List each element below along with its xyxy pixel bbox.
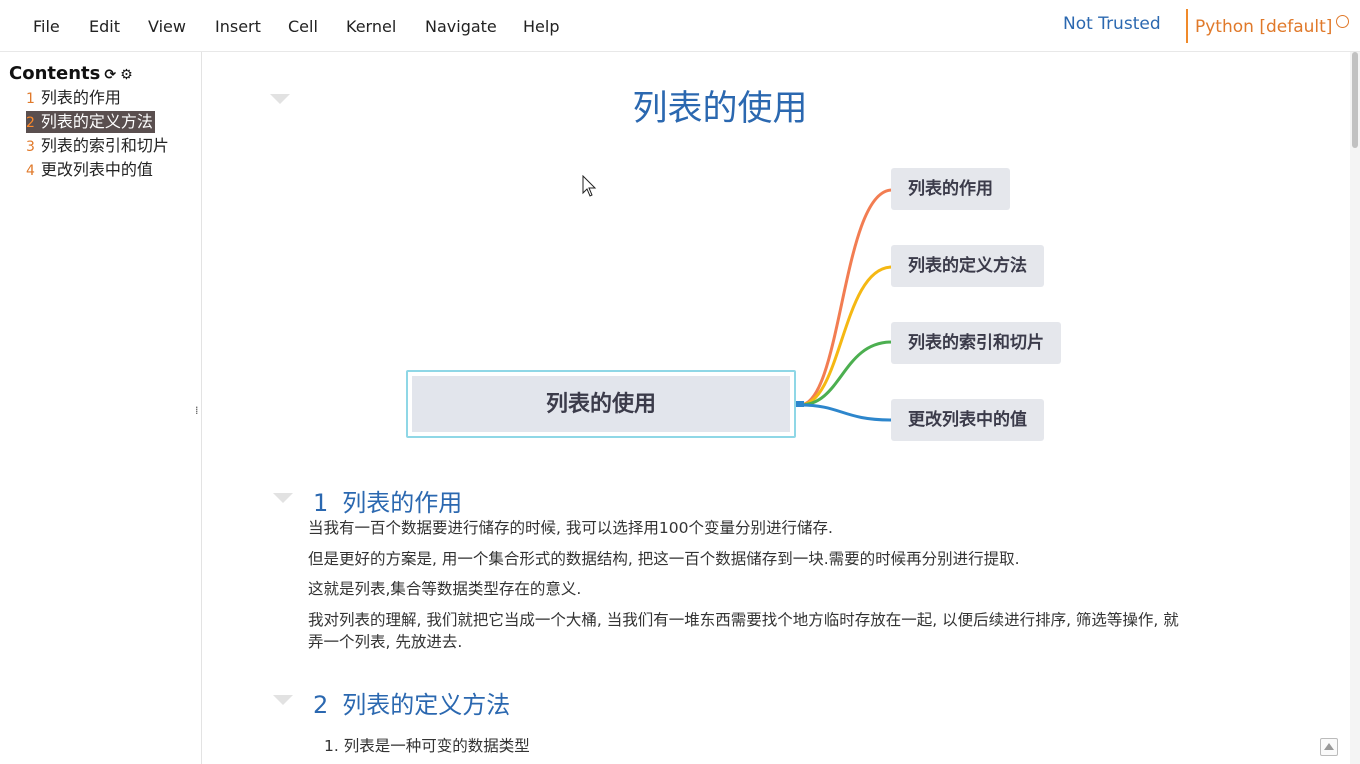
toc-item-3[interactable]: 3 列表的索引和切片 xyxy=(26,135,169,157)
toc-item-label: 列表的定义方法 xyxy=(40,112,153,131)
mindmap-center-label: 列表的使用 xyxy=(412,376,790,432)
paragraph: 我对列表的理解, 我们就把它当成一个大桶, 当我们有一堆东西需要找个地方临时存放… xyxy=(308,611,1179,651)
scrollbar-thumb[interactable] xyxy=(1352,52,1358,148)
section-heading-1: 1 列表的作用 xyxy=(313,483,462,518)
menu-help[interactable]: Help xyxy=(523,17,559,36)
toc-title: Contents xyxy=(9,63,101,84)
toc-header: Contents ⟳ ⚙ xyxy=(9,63,133,84)
menu-insert[interactable]: Insert xyxy=(215,17,261,36)
kernel-divider xyxy=(1186,9,1188,43)
mindmap-branch-4: 更改列表中的值 xyxy=(891,399,1044,441)
page-title: 列表的使用 xyxy=(632,89,808,129)
section-title: 列表的定义方法 xyxy=(342,691,511,719)
menu-edit[interactable]: Edit xyxy=(89,17,120,36)
vertical-scrollbar[interactable] xyxy=(1350,52,1360,764)
collapse-triangle-icon[interactable] xyxy=(270,94,290,104)
toc-item-label: 列表的索引和切片 xyxy=(40,136,169,155)
menu-kernel[interactable]: Kernel xyxy=(346,17,396,36)
paragraph: 这就是列表,集合等数据类型存在的意义. xyxy=(308,580,582,598)
toc-item-number: 4 xyxy=(26,163,35,179)
section-title: 列表的作用 xyxy=(342,489,463,517)
kernel-idle-icon xyxy=(1336,15,1349,28)
sidebar-resize-handle[interactable]: ⁞ xyxy=(195,404,199,417)
paragraph: 但是更好的方案是, 用一个集合形式的数据结构, 把这一百个数据储存到一块.需要的… xyxy=(308,550,1020,568)
menubar: File Edit View Insert Cell Kernel Naviga… xyxy=(0,0,1360,52)
collapse-triangle-icon[interactable] xyxy=(273,695,293,705)
toc-sidebar: Contents ⟳ ⚙ 1 列表的作用 2 列表的定义方法 3 列表的索引和切片 4 更改… xyxy=(0,52,202,764)
list-item: 1. 列表是一种可变的数据类型 xyxy=(324,737,530,755)
kernel-name[interactable]: Python [default] xyxy=(1195,17,1332,37)
toc-item-2[interactable]: 2 列表的定义方法 xyxy=(26,111,155,133)
toc-item-1[interactable]: 1 列表的作用 xyxy=(26,87,121,109)
menu-file[interactable]: File xyxy=(33,17,60,36)
gear-icon[interactable]: ⚙ xyxy=(120,67,133,83)
section-heading-2: 2 列表的定义方法 xyxy=(313,685,510,720)
mindmap-branch-3: 列表的索引和切片 xyxy=(891,322,1061,364)
toc-item-label: 更改列表中的值 xyxy=(40,160,153,179)
section-number: 1 xyxy=(313,489,329,517)
mindmap-branch-1: 列表的作用 xyxy=(891,168,1010,210)
toc-item-number: 3 xyxy=(26,139,35,155)
menu-view[interactable]: View xyxy=(148,17,186,36)
mindmap-center-node: 列表的使用 xyxy=(406,370,796,438)
notebook-area: 列表的使用 列表的使用 列表的作用 列表的定义方法 列表的索引和切片 更改列表中… xyxy=(202,52,1350,764)
toc-item-number: 1 xyxy=(26,91,35,107)
mouse-cursor-icon xyxy=(582,175,597,197)
mindmap-branch-2: 列表的定义方法 xyxy=(891,245,1044,287)
refresh-icon[interactable]: ⟳ xyxy=(104,67,116,83)
list-item-text: 列表是一种可变的数据类型 xyxy=(343,737,530,755)
mindmap-branch-line-4 xyxy=(799,403,893,422)
toc-item-label: 列表的作用 xyxy=(40,88,121,107)
not-trusted-indicator[interactable]: Not Trusted xyxy=(1063,14,1161,34)
collapse-triangle-icon[interactable] xyxy=(273,493,293,503)
menu-cell[interactable]: Cell xyxy=(288,17,318,36)
toc-item-number: 2 xyxy=(26,115,35,131)
mindmap-branch-line-1 xyxy=(799,188,893,407)
toc-item-4[interactable]: 4 更改列表中的值 xyxy=(26,159,153,181)
section-number: 2 xyxy=(313,691,329,719)
menu-navigate[interactable]: Navigate xyxy=(425,17,497,36)
paragraph: 当我有一百个数据要进行储存的时候, 我可以选择用100个变量分别进行储存. xyxy=(308,519,833,537)
scroll-to-top-icon[interactable] xyxy=(1320,738,1338,756)
